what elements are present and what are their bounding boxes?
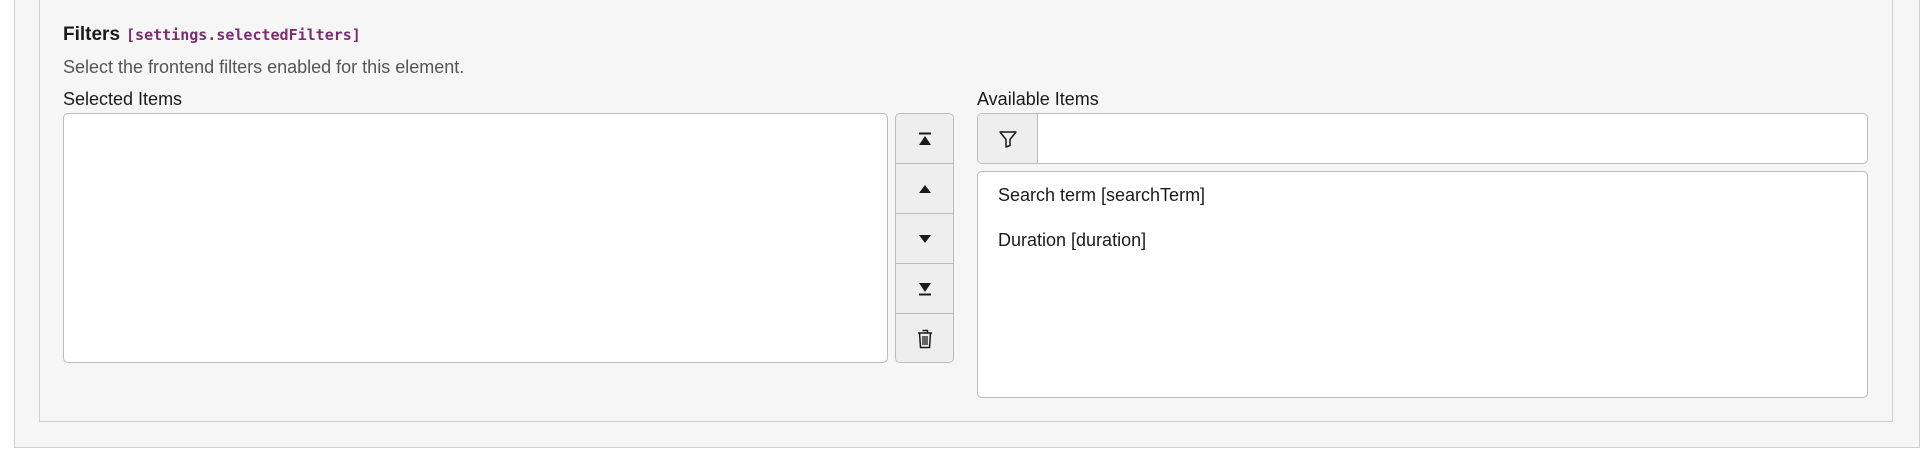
filter-input[interactable] — [1038, 114, 1867, 163]
field-description: Select the frontend filters enabled for … — [63, 57, 465, 77]
move-to-top-button[interactable] — [896, 114, 953, 164]
move-down-icon — [918, 234, 931, 243]
available-items-list[interactable]: Search term [searchTerm] Duration [durat… — [977, 171, 1868, 398]
field-title: Filters [settings.selectedFilters] — [63, 24, 361, 46]
field-code: [settings.selectedFilters] — [126, 26, 361, 44]
selected-items-list[interactable] — [63, 113, 888, 363]
available-items-label: Available Items — [977, 89, 1099, 109]
list-item[interactable]: Duration [duration] — [978, 230, 1867, 275]
move-up-button[interactable] — [896, 164, 953, 214]
trash-icon — [917, 329, 932, 349]
move-down-button[interactable] — [896, 214, 953, 264]
filter-addon — [978, 114, 1038, 163]
move-to-bottom-button[interactable] — [896, 264, 953, 314]
selected-items-label: Selected Items — [63, 89, 183, 109]
selected-items-controls — [895, 113, 954, 363]
move-to-bottom-icon — [918, 282, 931, 295]
remove-button[interactable] — [896, 314, 953, 362]
list-item[interactable]: Search term [searchTerm] — [978, 185, 1867, 230]
move-to-top-icon — [918, 132, 931, 145]
available-items-filter — [977, 113, 1868, 164]
move-up-icon — [918, 184, 931, 193]
funnel-icon — [998, 130, 1017, 148]
field-label: Filters — [63, 24, 121, 45]
